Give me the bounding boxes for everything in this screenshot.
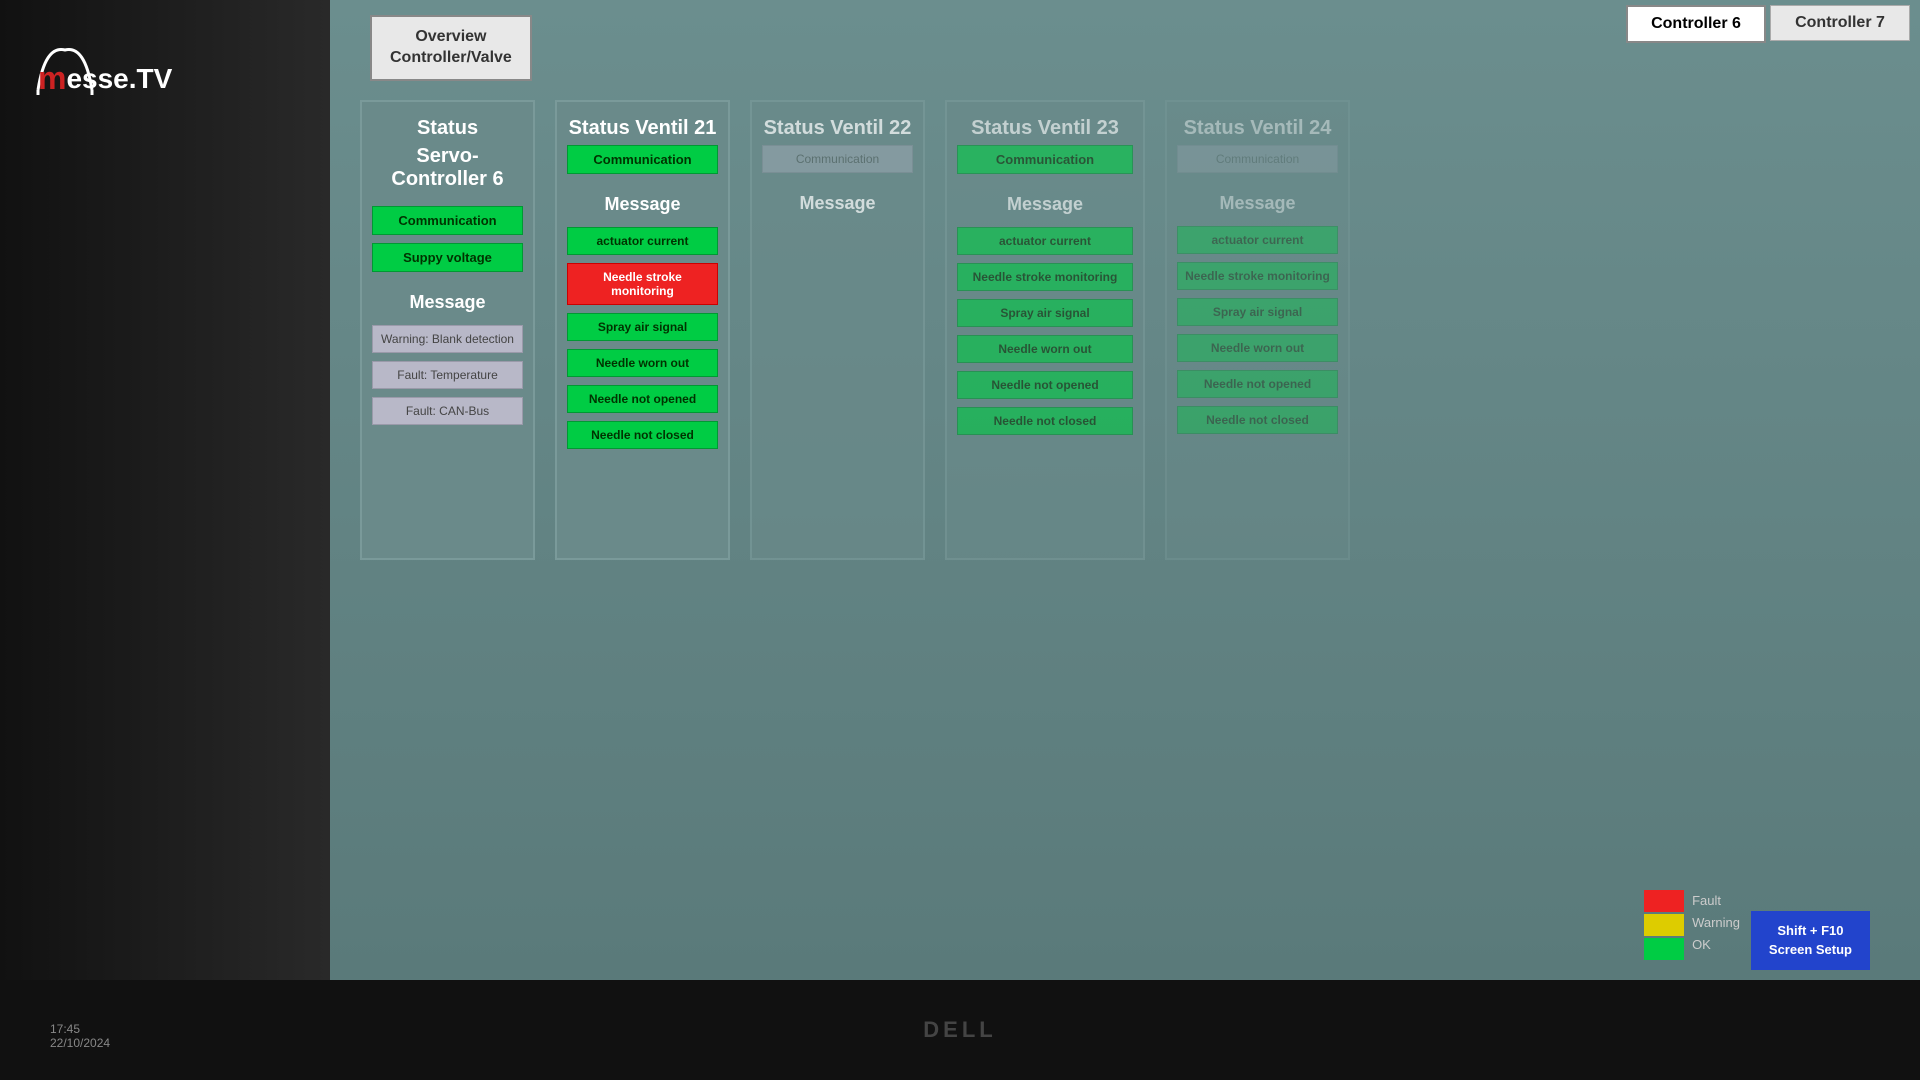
ventil24-msg-spray[interactable]: Spray air signal <box>1177 298 1338 326</box>
ventil23-message-label: Message <box>957 194 1133 215</box>
legend-ok-label: OK <box>1692 934 1740 956</box>
top-nav: Controller 6 Controller 7 <box>330 0 1920 60</box>
ventil24-title: Status Ventil 24 <box>1177 117 1338 140</box>
ventil21-msg-actuator[interactable]: actuator current <box>567 227 718 255</box>
screen-setup-btn[interactable]: Shift + F10 Screen Setup <box>1751 911 1870 970</box>
ventil21-msg-needle-worn[interactable]: Needle worn out <box>567 349 718 377</box>
ventil23-msg-actuator[interactable]: actuator current <box>957 227 1133 255</box>
ventil24-msg-needle-worn[interactable]: Needle worn out <box>1177 334 1338 362</box>
logo-esse: esse <box>66 63 128 95</box>
legend-text: Fault Warning OK <box>1692 890 1740 956</box>
legend-area: Fault Warning OK <box>1644 890 1740 960</box>
ventil21-msg-spray[interactable]: Spray air signal <box>567 313 718 341</box>
panels-container: Status Servo-Controller 6 Communication … <box>360 100 1350 560</box>
ventil23-msg-spray[interactable]: Spray air signal <box>957 299 1133 327</box>
legend-green <box>1644 938 1684 960</box>
legend-yellow <box>1644 914 1684 936</box>
ventil24-msg-needle-not-closed[interactable]: Needle not closed <box>1177 406 1338 434</box>
ventil23-panel: Status Ventil 23 Communication Message a… <box>945 100 1145 560</box>
ventil24-msg-needle-stroke[interactable]: Needle stroke monitoring <box>1177 262 1338 290</box>
time-value: 17:4522/10/2024 <box>50 1022 110 1050</box>
ventil21-msg-needle-not-opened[interactable]: Needle not opened <box>567 385 718 413</box>
ventil23-communication-btn[interactable]: Communication <box>957 145 1133 174</box>
tab-controller6[interactable]: Controller 6 <box>1626 5 1766 43</box>
legend-colors <box>1644 890 1684 960</box>
ventil22-panel: Status Ventil 22 Communication Message <box>750 100 925 560</box>
ventil21-communication-btn[interactable]: Communication <box>567 145 718 174</box>
servo-message-label: Message <box>372 292 523 313</box>
time-display: 17:4522/10/2024 <box>50 1022 110 1050</box>
ventil22-title: Status Ventil 22 <box>762 117 913 140</box>
ventil21-panel: Status Ventil 21 Communication Message a… <box>555 100 730 560</box>
legend-red <box>1644 890 1684 912</box>
ventil22-communication-btn[interactable]: Communication <box>762 145 913 173</box>
ventil23-msg-needle-worn[interactable]: Needle worn out <box>957 335 1133 363</box>
ventil21-msg-needle-stroke[interactable]: Needle stroke monitoring <box>567 263 718 305</box>
servo-msg-1[interactable]: Warning: Blank detection <box>372 325 523 353</box>
legend-fault-label: Fault <box>1692 890 1740 912</box>
legend-warning-label: Warning <box>1692 912 1740 934</box>
left-panel: m esse . TV <box>0 0 340 1080</box>
overview-button[interactable]: Overview Controller/Valve <box>370 15 532 81</box>
servo-msg-3[interactable]: Fault: CAN-Bus <box>372 397 523 425</box>
screen-setup-label: Shift + F10 Screen Setup <box>1769 923 1852 958</box>
servo-controller-panel: Status Servo-Controller 6 Communication … <box>360 100 535 560</box>
logo-tv: TV <box>137 63 173 95</box>
ventil23-msg-needle-stroke[interactable]: Needle stroke monitoring <box>957 263 1133 291</box>
ventil24-panel: Status Ventil 24 Communication Message a… <box>1165 100 1350 560</box>
overview-label: Overview Controller/Valve <box>390 28 512 66</box>
logo-dot: . <box>129 63 137 95</box>
monitor-brand: DELL <box>923 1017 996 1043</box>
ventil24-msg-needle-not-opened[interactable]: Needle not opened <box>1177 370 1338 398</box>
logo-m: m <box>38 60 66 97</box>
servo-supply-btn[interactable]: Suppy voltage <box>372 243 523 272</box>
ventil24-message-label: Message <box>1177 193 1338 214</box>
servo-communication-btn[interactable]: Communication <box>372 206 523 235</box>
servo-title: Status <box>372 117 523 140</box>
monitor-bezel: DELL <box>0 980 1920 1080</box>
ventil22-message-label: Message <box>762 193 913 214</box>
ventil21-message-label: Message <box>567 194 718 215</box>
ventil23-msg-needle-not-closed[interactable]: Needle not closed <box>957 407 1133 435</box>
ventil23-title: Status Ventil 23 <box>957 117 1133 140</box>
logo-area: m esse . TV <box>30 40 100 105</box>
ventil21-title: Status Ventil 21 <box>567 117 718 140</box>
servo-msg-2[interactable]: Fault: Temperature <box>372 361 523 389</box>
tab-controller7[interactable]: Controller 7 <box>1770 5 1910 41</box>
servo-subtitle: Servo-Controller 6 <box>372 145 523 191</box>
ventil21-msg-needle-not-closed[interactable]: Needle not closed <box>567 421 718 449</box>
ventil24-communication-btn[interactable]: Communication <box>1177 145 1338 173</box>
ventil23-msg-needle-not-opened[interactable]: Needle not opened <box>957 371 1133 399</box>
ventil24-msg-actuator[interactable]: actuator current <box>1177 226 1338 254</box>
